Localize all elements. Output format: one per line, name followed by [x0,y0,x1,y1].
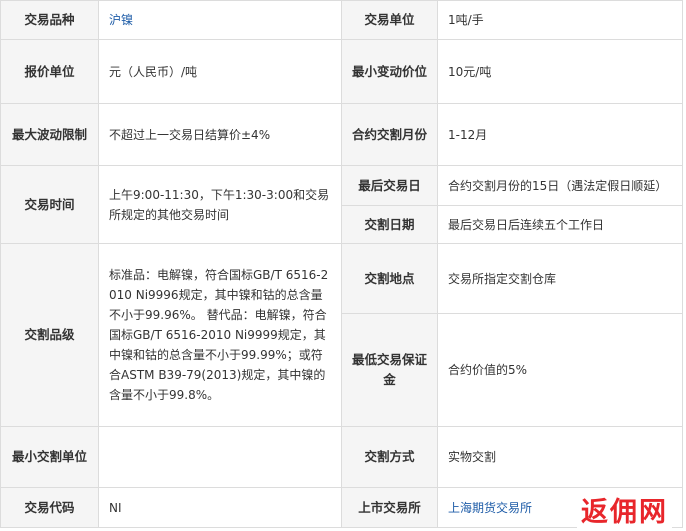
table-row: 最大波动限制 不超过上一交易日结算价±4% 合约交割月份 1-12月 [0,103,683,166]
product-label: 交易品种 [0,0,99,40]
trading-hours-value: 上午9:00-11:30，下午1:30-3:00和交易所规定的其他交易时间 [98,165,342,244]
min-delivery-unit-label: 最小交割单位 [0,426,99,488]
tick-size-label: 最小变动价位 [341,39,438,104]
table-row: 交割品级 标准品：电解镍，符合国标GB/T 6516-2010 Ni9996规定… [0,243,683,427]
last-trading-day-value: 合约交割月份的15日（遇法定假日顺延） [437,165,683,206]
min-delivery-unit-value [98,426,342,488]
ticker-code-label: 交易代码 [0,487,99,528]
ticker-code-value: NI [98,487,342,528]
table-row: 报价单位 元（人民币）/吨 最小变动价位 10元/吨 [0,39,683,104]
unit-label: 交易单位 [341,0,438,40]
table-row: 交易时间 上午9:00-11:30，下午1:30-3:00和交易所规定的其他交易… [0,165,683,244]
delivery-date-value: 最后交易日后连续五个工作日 [437,205,683,244]
watermark-logo: 返佣网 [577,490,672,529]
min-margin-value: 合约价值的5% [437,313,683,427]
tick-size-value: 10元/吨 [437,39,683,104]
delivery-date-label: 交割日期 [341,205,438,244]
delivery-grade-value: 标准品：电解镍，符合国标GB/T 6516-2010 Ni9996规定，其中镍和… [98,243,342,427]
page: 交易品种 沪镍 交易单位 1吨/手 报价单位 元（人民币）/吨 最小变动价位 1… [0,0,686,531]
delivery-method-value: 实物交割 [437,426,683,488]
trading-hours-label: 交易时间 [0,165,99,244]
quote-unit-label: 报价单位 [0,39,99,104]
product-value: 沪镍 [98,0,342,40]
delivery-method-label: 交割方式 [341,426,438,488]
unit-value: 1吨/手 [437,0,683,40]
product-link[interactable]: 沪镍 [109,13,133,27]
contract-months-label: 合约交割月份 [341,103,438,166]
price-limit-label: 最大波动限制 [0,103,99,166]
contract-months-value: 1-12月 [437,103,683,166]
quote-unit-value: 元（人民币）/吨 [98,39,342,104]
exchange-link[interactable]: 上海期货交易所 [448,501,532,515]
listing-exchange-label: 上市交易所 [341,487,438,528]
last-trading-day-label: 最后交易日 [341,165,438,206]
contract-spec-table: 交易品种 沪镍 交易单位 1吨/手 报价单位 元（人民币）/吨 最小变动价位 1… [0,0,683,528]
price-limit-value: 不超过上一交易日结算价±4% [98,103,342,166]
table-row: 最小交割单位 交割方式 实物交割 [0,426,683,488]
table-row: 交易品种 沪镍 交易单位 1吨/手 [0,0,683,40]
min-margin-label: 最低交易保证金 [341,313,438,427]
delivery-grade-label: 交割品级 [0,243,99,427]
delivery-location-value: 交易所指定交割仓库 [437,243,683,314]
delivery-location-label: 交割地点 [341,243,438,314]
